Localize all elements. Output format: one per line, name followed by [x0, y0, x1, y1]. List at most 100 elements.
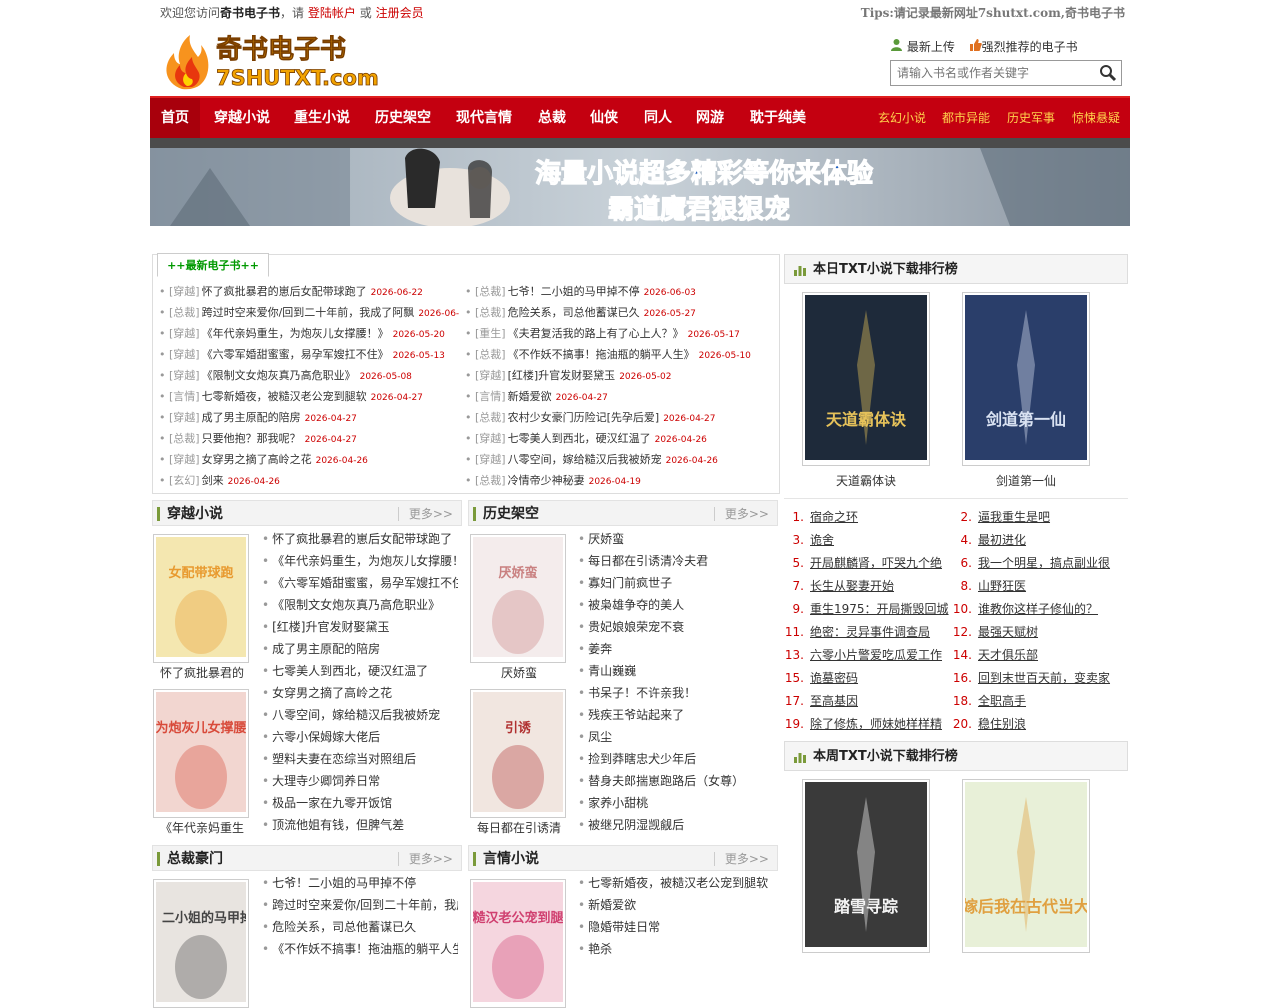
book-list-item[interactable]: 成了男主原配的陪房	[262, 638, 458, 660]
rank-item[interactable]: 9. 重生1975：开局撕毁回城	[784, 598, 949, 621]
book-cover[interactable]: 引诱	[470, 689, 566, 818]
book-list-item[interactable]: 塑料夫妻在恋综当对照组后	[262, 748, 458, 770]
book-title-link[interactable]: 七零新婚夜，被糙汉老公宠到腿软	[202, 390, 367, 403]
rank-item[interactable]: 1. 宿命之环	[784, 506, 858, 529]
rank-title-link[interactable]: 稳住别浪	[978, 717, 1026, 731]
recommend-link[interactable]: 强烈推荐的电子书	[969, 39, 1078, 54]
nav-tongren[interactable]: 同人	[636, 98, 680, 138]
rank-item[interactable]: 2. 逼我重生是吧	[952, 506, 1050, 529]
rank-item[interactable]: 3. 诡舍	[784, 529, 834, 552]
new-upload-link[interactable]: 最新上传	[890, 39, 955, 54]
latest-book-row[interactable]: • [总裁] 《不作妖不搞事！拖油瓶的躺平人生》 2026-05-10	[465, 344, 765, 365]
rank-item[interactable]: 19. 除了修炼，师妹她样样精	[784, 713, 942, 736]
rank-item[interactable]: 20. 稳住别浪	[952, 713, 1026, 736]
latest-book-row[interactable]: • [总裁] 只要他抱？那我呢？ 2026-04-27	[159, 428, 459, 449]
rank-title-link[interactable]: 逼我重生是吧	[978, 510, 1050, 524]
book-list-item[interactable]: 寡妇门前疯世子	[578, 572, 778, 594]
book-list-item[interactable]: 极品一家在九零开饭馆	[262, 792, 458, 814]
book-list-item[interactable]: 凤尘	[578, 726, 778, 748]
nav-jingsong[interactable]: 惊悚悬疑	[1072, 98, 1120, 138]
book-list-item[interactable]: 八零空间，嫁给糙汉后我被娇宠	[262, 704, 458, 726]
more-link[interactable]: 更多>>	[397, 507, 453, 521]
more-link[interactable]: 更多>>	[397, 852, 453, 866]
nav-home[interactable]: 首页	[150, 98, 200, 138]
book-title-link[interactable]: 《不作妖不搞事！拖油瓶的躺平人生》	[508, 348, 695, 361]
book-list-item[interactable]: 怀了疯批暴君的崽后女配带球跑了	[262, 528, 458, 550]
rank-item[interactable]: 6. 我一个明星，搞点副业很	[952, 552, 1110, 575]
book-title-link[interactable]: 七爷！二小姐的马甲掉不停	[508, 285, 640, 298]
book-title-link[interactable]: 只要他抱？那我呢？	[202, 432, 301, 445]
nav-xuanhuan[interactable]: 玄幻小说	[878, 98, 926, 138]
rank-title-link[interactable]: 重生1975：开局撕毁回城	[810, 602, 949, 616]
rank-title-link[interactable]: 绝密：灵异事件调查局	[810, 625, 930, 639]
book-title-link[interactable]: 新婚爱欲	[508, 390, 552, 403]
book-title-link[interactable]: 农村少女豪门历险记[先孕后爱]	[508, 411, 660, 424]
rank-item[interactable]: 10. 谁教你这样子修仙的？	[952, 598, 1098, 621]
rank-title-link[interactable]: 回到末世百天前，变卖家	[978, 671, 1110, 685]
book-cover[interactable]: 为炮灰儿女撑腰	[153, 689, 249, 818]
latest-book-row[interactable]: • [总裁] 农村少女豪门历险记[先孕后爱] 2026-04-27	[465, 407, 765, 428]
book-title-link[interactable]: 《限制文女炮灰真乃高危职业》	[202, 369, 356, 382]
latest-book-row[interactable]: • [穿越] [红楼]升官发财娶黛玉 2026-05-02	[465, 365, 765, 386]
book-list-item[interactable]: 女穿男之摘了高岭之花	[262, 682, 458, 704]
book-title-link[interactable]: 成了男主原配的陪房	[202, 411, 301, 424]
book-list-item[interactable]: 七爷！二小姐的马甲掉不停	[262, 872, 458, 894]
rank-item[interactable]: 13. 六零小片警爱吃瓜爱工作	[784, 644, 942, 667]
rank-item[interactable]: 8. 山野狂医	[952, 575, 1026, 598]
book-list-item[interactable]: 捡到莽瞎忠犬少年后	[578, 748, 778, 770]
book-list-item[interactable]: 大理寺少卿饲养日常	[262, 770, 458, 792]
rank-title-link[interactable]: 山野狂医	[978, 579, 1026, 593]
book-list-item[interactable]: 七零美人到西北，硬汉红温了	[262, 660, 458, 682]
nav-zongcai[interactable]: 总裁	[530, 98, 574, 138]
book-cover[interactable]: 七爷！二小姐的马甲掉不停	[123, 879, 279, 1008]
book-title-link[interactable]: 剑来	[202, 474, 224, 487]
latest-book-row[interactable]: • [穿越] 女穿男之摘了高岭之花 2026-04-26	[159, 449, 459, 470]
book-title-link[interactable]: 《夫君复活我的路上有了心上人？》	[508, 327, 684, 340]
nav-danmei[interactable]: 耽于纯美	[742, 98, 814, 138]
rank-item[interactable]: 16. 回到末世百天前，变卖家	[952, 667, 1110, 690]
nav-wangyou[interactable]: 网游	[688, 98, 732, 138]
latest-book-row[interactable]: • [穿越] 七零美人到西北，硬汉红温了 2026-04-26	[465, 428, 765, 449]
rank-book-caption[interactable]: 天道霸体诀	[816, 472, 916, 489]
rank-title-link[interactable]: 开局麒麟肾，吓哭九个绝	[810, 556, 942, 570]
book-list-item[interactable]: 青山巍巍	[578, 660, 778, 682]
rank-title-link[interactable]: 至高基因	[810, 694, 858, 708]
book-cover-caption[interactable]: 厌娇蛮	[469, 664, 569, 681]
book-list-item[interactable]: 被继兄阴湿觊觎后	[578, 814, 778, 836]
site-logo[interactable]: 奇书电子书 7SHUTXT.com	[160, 31, 390, 91]
search-input[interactable]	[891, 61, 1091, 85]
book-cover[interactable]: 被糙汉老公宠到腿软	[458, 879, 577, 1008]
latest-book-row[interactable]: • [总裁] 七爷！二小姐的马甲掉不停 2026-06-03	[465, 281, 765, 302]
book-list-item[interactable]: 隐婚带娃日常	[578, 916, 778, 938]
rank-title-link[interactable]: 宿命之环	[810, 510, 858, 524]
rank-item[interactable]: 14. 天才俱乐部	[952, 644, 1038, 667]
book-title-link[interactable]: 女穿男之摘了高岭之花	[202, 453, 312, 466]
book-list-item[interactable]: 被枭雄争夺的美人	[578, 594, 778, 616]
book-list-item[interactable]: [红楼]升官发财娶黛玉	[262, 616, 458, 638]
book-list-item[interactable]: 跨过时空来爱你/回到二十年前，我成了阿飘	[262, 894, 458, 916]
book-title-link[interactable]: 跨过时空来爱你/回到二十年前，我成了阿飘	[202, 306, 415, 319]
latest-book-row[interactable]: • [总裁]跨过时空来爱你/回到二十年前，我成了阿飘2026-06-02	[159, 302, 459, 323]
book-list-item[interactable]: 替身夫郎揣崽跑路后（女尊）	[578, 770, 778, 792]
rank-book-cover[interactable]: 天道霸体诀	[802, 292, 930, 466]
promo-banner[interactable]: 海量小说超多精彩等你来体验 霸道魔君狠狠宠	[150, 148, 1130, 226]
rank-title-link[interactable]: 长生从娶妻开始	[810, 579, 894, 593]
latest-book-row[interactable]: • [总裁] 冷情帝少神秘妻 2026-04-19	[465, 470, 765, 491]
book-list-item[interactable]: 书呆子！不许亲我！	[578, 682, 778, 704]
rank-book-caption[interactable]: 剑道第一仙	[976, 472, 1076, 489]
book-title-link[interactable]: 危险关系，司总他蓄谋已久	[508, 306, 640, 319]
latest-book-row[interactable]: • [玄幻] 剑来 2026-04-26	[159, 470, 459, 491]
login-link[interactable]: 登陆帐户	[308, 6, 356, 20]
latest-book-row[interactable]: • [穿越] 怀了疯批暴君的崽后女配带球跑了 2026-06-22	[159, 281, 459, 302]
book-cover-caption[interactable]: 《年代亲妈重生	[152, 819, 252, 836]
book-list-item[interactable]: 厌娇蛮	[578, 528, 778, 550]
search-icon[interactable]	[1099, 64, 1117, 82]
rank-book-cover[interactable]: 剑道第一仙	[962, 292, 1090, 466]
latest-book-row[interactable]: • [言情] 新婚爱欲 2026-04-27	[465, 386, 765, 407]
new-upload-label[interactable]: 最新上传	[907, 40, 955, 54]
rank-item[interactable]: 18. 全职高手	[952, 690, 1026, 713]
rank-item[interactable]: 17. 至高基因	[784, 690, 858, 713]
latest-book-row[interactable]: • [穿越] 八零空间，嫁给糙汉后我被娇宠 2026-04-26	[465, 449, 765, 470]
latest-book-row[interactable]: • [穿越] 《六零军婚甜蜜蜜，易孕军嫂扛不住》 2026-05-13	[159, 344, 459, 365]
rank-title-link[interactable]: 最初进化	[978, 533, 1026, 547]
